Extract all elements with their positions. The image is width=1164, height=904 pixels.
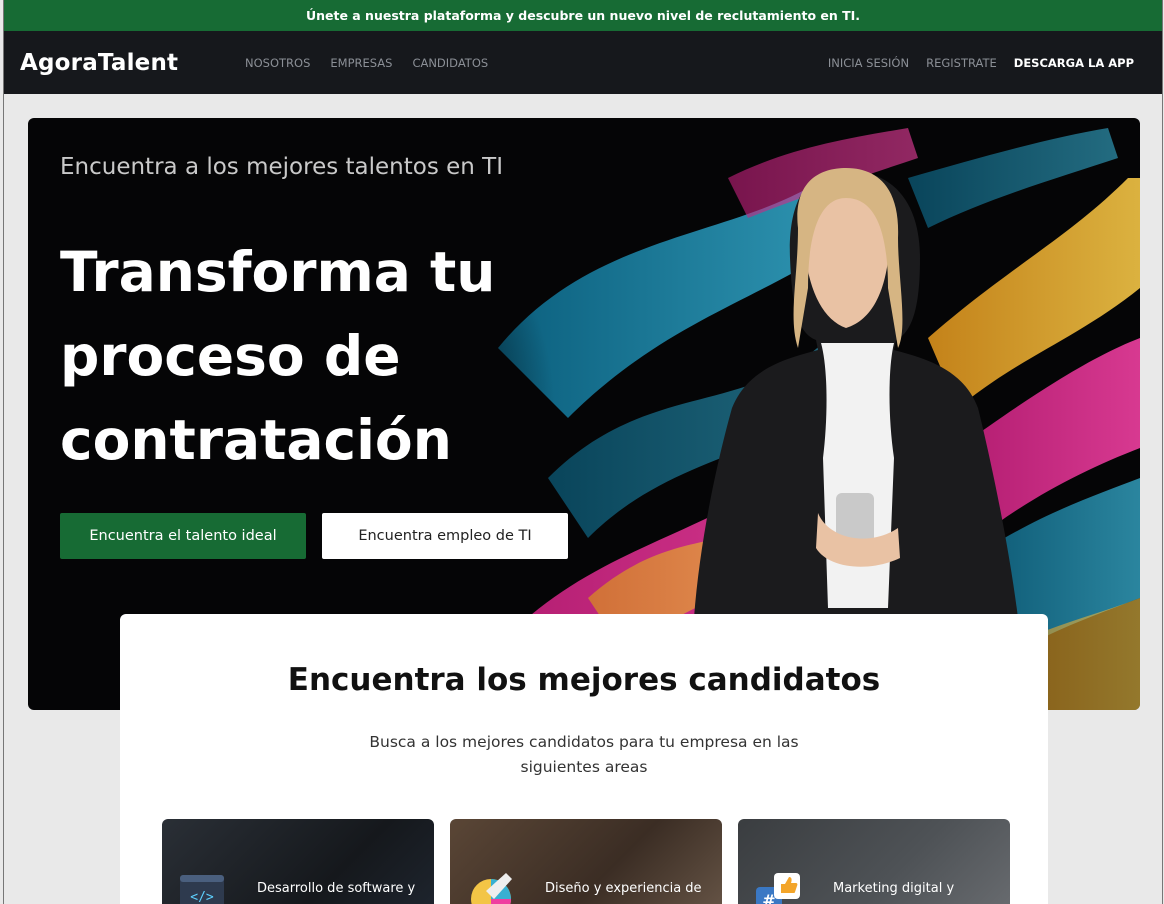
- section-title: Encuentra los mejores candidatos: [287, 662, 881, 698]
- nav-link-empresas[interactable]: EMPRESAS: [330, 56, 392, 70]
- code-icon: </>: [180, 875, 224, 904]
- category-label-marketing: Marketing digital y: [833, 881, 955, 896]
- logo[interactable]: AgoraTalent: [20, 50, 245, 76]
- category-card-software[interactable]: </> Desarrollo de software y: [162, 819, 434, 904]
- find-talent-button[interactable]: Encuentra el talento ideal: [60, 513, 306, 559]
- hero-eyebrow: Encuentra a los mejores talentos en TI: [60, 154, 503, 180]
- social-like-icon: #: [756, 873, 800, 904]
- category-card-design[interactable]: Diseño y experiencia de: [450, 819, 722, 904]
- login-link[interactable]: INICIA SESIÓN: [828, 56, 909, 70]
- find-job-button[interactable]: Encuentra empleo de TI: [322, 513, 568, 559]
- announcement-bar: Únete a nuestra plataforma y descubre un…: [4, 0, 1162, 31]
- hero-headline: Transforma tu proceso de contratación: [60, 240, 496, 472]
- register-link[interactable]: REGISTRATE: [926, 56, 997, 70]
- nav-links: NOSOTROS EMPRESAS CANDIDATOS: [245, 56, 488, 70]
- category-label-software: Desarrollo de software y: [257, 881, 416, 896]
- section-subtitle: Busca a los mejores candidatos para tu e…: [369, 733, 799, 776]
- nav-account-links: INICIA SESIÓN REGISTRATE DESCARGA LA APP: [828, 31, 1134, 94]
- announcement-text: Únete a nuestra plataforma y descubre un…: [305, 8, 861, 23]
- browser-viewport: Únete a nuestra plataforma y descubre un…: [3, 0, 1163, 904]
- nav-link-nosotros[interactable]: NOSOTROS: [245, 56, 310, 70]
- category-label-design: Diseño y experiencia de: [545, 881, 702, 896]
- download-app-link[interactable]: DESCARGA LA APP: [1014, 56, 1134, 70]
- top-navigation: AgoraTalent NOSOTROS EMPRESAS CANDIDATOS…: [4, 31, 1162, 94]
- design-pen-icon: [471, 873, 512, 904]
- svg-text:#: #: [762, 891, 775, 904]
- category-card-marketing[interactable]: # Marketing digital y: [738, 819, 1010, 904]
- candidates-section: Encuentra los mejores candidatos Busca a…: [120, 614, 1048, 904]
- svg-text:</>: </>: [190, 890, 214, 904]
- nav-link-candidatos[interactable]: CANDIDATOS: [412, 56, 488, 70]
